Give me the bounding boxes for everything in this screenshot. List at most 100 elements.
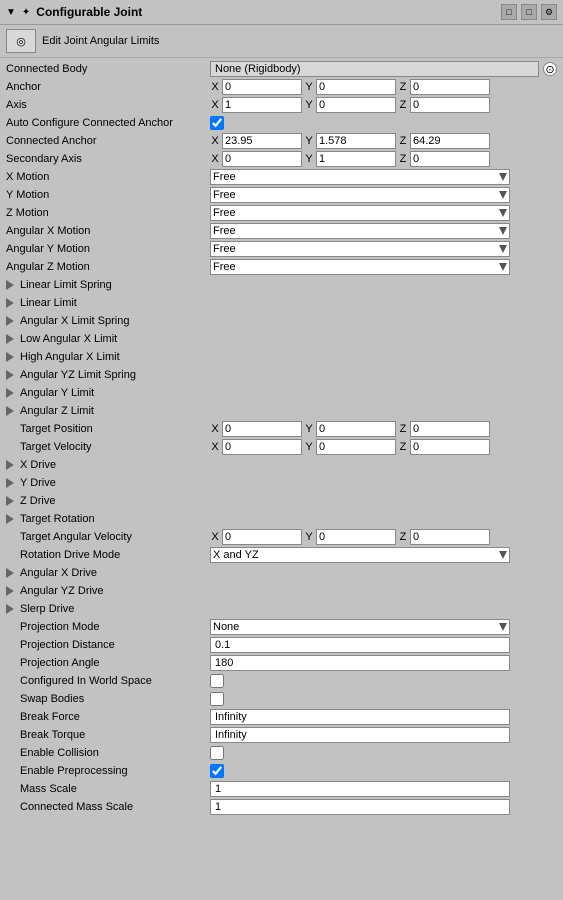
connected-anchor-z-input[interactable] xyxy=(410,133,490,149)
z-drive-triangle xyxy=(6,496,14,506)
target-vel-y-input[interactable] xyxy=(316,439,396,455)
component-title: Configurable Joint xyxy=(36,5,495,19)
target-angvel-y-input[interactable] xyxy=(316,529,396,545)
projection-angle-row: Projection Angle xyxy=(0,654,563,672)
angular-y-motion-label: Angular Y Motion xyxy=(6,243,206,255)
angular-y-limit-triangle xyxy=(6,388,14,398)
target-vel-z-input[interactable] xyxy=(410,439,490,455)
enable-preprocessing-label: Enable Preprocessing xyxy=(6,765,206,777)
projection-mode-select[interactable]: NonePositionAndRotationPositionOnly xyxy=(210,619,510,635)
axis-z-input[interactable] xyxy=(410,97,490,113)
target-pos-y-input[interactable] xyxy=(316,421,396,437)
linear-limit-spring-triangle xyxy=(6,280,14,290)
rotation-drive-mode-select[interactable]: X and YZSlerp xyxy=(210,547,510,563)
anchor-x-input[interactable] xyxy=(222,79,302,95)
break-torque-row: Break Torque xyxy=(0,726,563,744)
z-motion-row: Z Motion FreeLimitedLocked xyxy=(0,204,563,222)
target-angvel-x-input[interactable] xyxy=(222,529,302,545)
enable-preprocessing-checkbox[interactable] xyxy=(210,764,224,778)
auto-configure-checkbox[interactable] xyxy=(210,116,224,130)
z-drive-section[interactable]: Z Drive xyxy=(0,492,563,510)
connected-anchor-y-input[interactable] xyxy=(316,133,396,149)
secondary-x-input[interactable] xyxy=(222,151,302,167)
linear-limit-section[interactable]: Linear Limit xyxy=(0,294,563,312)
y-drive-triangle xyxy=(6,478,14,488)
axis-field-group: X Y Z xyxy=(210,97,557,113)
axis-x-label: X xyxy=(210,99,220,111)
z-motion-select[interactable]: FreeLimitedLocked xyxy=(210,205,510,221)
secondary-z-input[interactable] xyxy=(410,151,490,167)
angular-x-motion-select[interactable]: FreeLimitedLocked xyxy=(210,223,510,239)
angular-x-limit-spring-section[interactable]: Angular X Limit Spring xyxy=(0,312,563,330)
settings-icon[interactable]: ✦ xyxy=(22,7,30,18)
axis-y-label: Y xyxy=(304,99,314,111)
angular-z-limit-section[interactable]: Angular Z Limit xyxy=(0,402,563,420)
connected-mass-scale-input[interactable] xyxy=(210,799,510,815)
secondary-z-label: Z xyxy=(398,153,408,165)
z-drive-label: Z Drive xyxy=(20,495,55,507)
target-vel-z-label: Z xyxy=(398,441,408,453)
secondary-y-input[interactable] xyxy=(316,151,396,167)
target-angvel-z-input[interactable] xyxy=(410,529,490,545)
collapse-icon[interactable]: ▼ xyxy=(6,7,16,18)
connected-body-input[interactable] xyxy=(210,61,539,77)
y-drive-section[interactable]: Y Drive xyxy=(0,474,563,492)
configured-in-world-space-checkbox[interactable] xyxy=(210,674,224,688)
target-vel-x-input[interactable] xyxy=(222,439,302,455)
angular-z-limit-label: Angular Z Limit xyxy=(20,405,94,417)
angular-yz-limit-spring-section[interactable]: Angular YZ Limit Spring xyxy=(0,366,563,384)
axis-row: Axis X Y Z xyxy=(0,96,563,114)
high-angular-x-limit-triangle xyxy=(6,352,14,362)
connected-anchor-x-input[interactable] xyxy=(222,133,302,149)
high-angular-x-limit-section[interactable]: High Angular X Limit xyxy=(0,348,563,366)
header-icon-2[interactable]: □ xyxy=(521,4,537,20)
break-force-row: Break Force xyxy=(0,708,563,726)
connected-body-row: Connected Body ⊙ xyxy=(0,60,563,78)
slerp-drive-section[interactable]: Slerp Drive xyxy=(0,600,563,618)
angular-yz-drive-label: Angular YZ Drive xyxy=(20,585,104,597)
target-angular-velocity-field-group: X Y Z xyxy=(210,529,557,545)
angular-z-limit-triangle xyxy=(6,406,14,416)
configured-in-world-space-row: Configured In World Space xyxy=(0,672,563,690)
angular-x-motion-row: Angular X Motion FreeLimitedLocked xyxy=(0,222,563,240)
angular-yz-limit-spring-triangle xyxy=(6,370,14,380)
projection-distance-input[interactable] xyxy=(210,637,510,653)
swap-bodies-checkbox[interactable] xyxy=(210,692,224,706)
target-rotation-section[interactable]: Target Rotation xyxy=(0,510,563,528)
anchor-y-input[interactable] xyxy=(316,79,396,95)
anchor-x-label: X xyxy=(210,81,220,93)
linear-limit-label: Linear Limit xyxy=(20,297,77,309)
mass-scale-input[interactable] xyxy=(210,781,510,797)
angular-z-motion-label: Angular Z Motion xyxy=(6,261,206,273)
projection-angle-input[interactable] xyxy=(210,655,510,671)
target-pos-x-input[interactable] xyxy=(222,421,302,437)
target-pos-y-label: Y xyxy=(304,423,314,435)
anchor-z-input[interactable] xyxy=(410,79,490,95)
axis-x-input[interactable] xyxy=(222,97,302,113)
angular-y-motion-select[interactable]: FreeLimitedLocked xyxy=(210,241,510,257)
angular-x-drive-section[interactable]: Angular X Drive xyxy=(0,564,563,582)
break-force-input[interactable] xyxy=(210,709,510,725)
angular-yz-drive-section[interactable]: Angular YZ Drive xyxy=(0,582,563,600)
x-motion-row: X Motion FreeLimitedLocked xyxy=(0,168,563,186)
connected-anchor-y-label: Y xyxy=(304,135,314,147)
target-pos-z-input[interactable] xyxy=(410,421,490,437)
angular-yz-drive-triangle xyxy=(6,586,14,596)
x-motion-select[interactable]: FreeLimitedLocked xyxy=(210,169,510,185)
break-torque-input[interactable] xyxy=(210,727,510,743)
edit-joint-button[interactable]: ◎ xyxy=(6,29,36,53)
connected-anchor-row: Connected Anchor X Y Z xyxy=(0,132,563,150)
linear-limit-spring-section[interactable]: Linear Limit Spring xyxy=(0,276,563,294)
angular-z-motion-select[interactable]: FreeLimitedLocked xyxy=(210,259,510,275)
enable-collision-checkbox[interactable] xyxy=(210,746,224,760)
mass-scale-row: Mass Scale xyxy=(0,780,563,798)
low-angular-x-limit-triangle xyxy=(6,334,14,344)
x-drive-section[interactable]: X Drive xyxy=(0,456,563,474)
y-motion-select[interactable]: FreeLimitedLocked xyxy=(210,187,510,203)
angular-y-limit-section[interactable]: Angular Y Limit xyxy=(0,384,563,402)
connected-body-picker-icon[interactable]: ⊙ xyxy=(543,62,557,76)
axis-y-input[interactable] xyxy=(316,97,396,113)
header-icon-1[interactable]: □ xyxy=(501,4,517,20)
header-icon-3[interactable]: ⚙ xyxy=(541,4,557,20)
low-angular-x-limit-section[interactable]: Low Angular X Limit xyxy=(0,330,563,348)
